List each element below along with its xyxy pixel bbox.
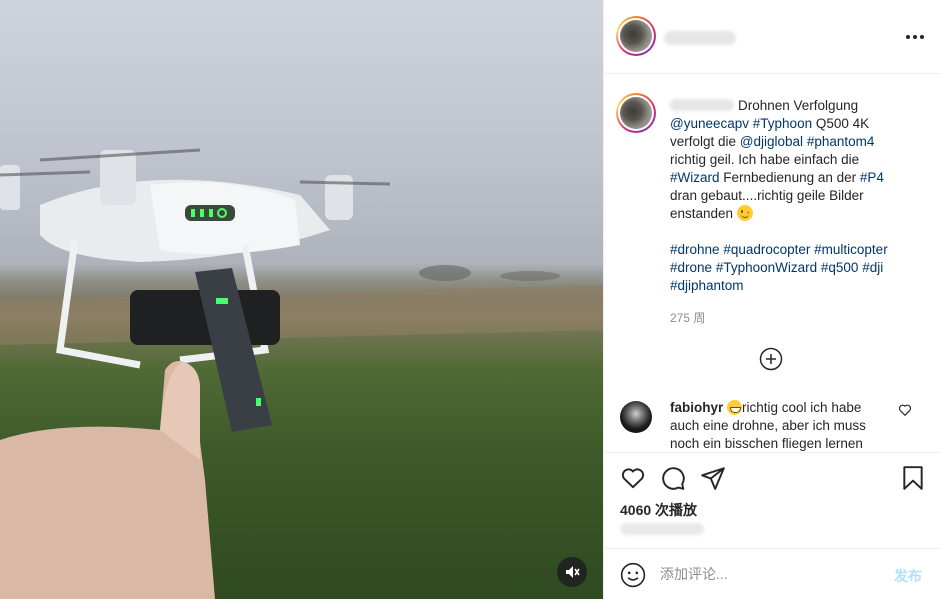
comment-body: fabiohyr richtig cool ich habe auch eine… [670,399,890,451]
post-comment-button[interactable]: 发布 [894,566,922,586]
hashtag-drohne[interactable]: #drohne [670,242,720,257]
mention-djiglobal[interactable]: @djiglobal [740,134,803,149]
more-options-button[interactable] [903,28,927,46]
video-frame [0,148,603,599]
hashtag-wizard[interactable]: #Wizard [670,170,720,185]
mute-button[interactable] [557,557,587,587]
comment-input[interactable] [660,562,880,586]
post-actions: 4060 次播放 [604,452,941,548]
hashtag-phantom4[interactable]: #phantom4 [807,134,875,149]
mention-yuneecapv[interactable]: @yuneecapv [670,116,749,131]
heart-icon[interactable] [620,465,646,491]
hashtag-quadrocopter[interactable]: #quadrocopter [723,242,810,257]
hashtag-p4[interactable]: #P4 [860,170,884,185]
comment-heart-icon[interactable] [898,403,912,417]
instagram-post-view: Drohnen Verfolgung @yuneecapv #Typhoon Q… [0,0,941,599]
post-panel: Drohnen Verfolgung @yuneecapv #Typhoon Q… [603,0,941,599]
view-count[interactable]: 4060 次播放 [620,500,697,520]
more-icon [906,35,910,39]
emoji-icon[interactable] [620,562,646,588]
hashtag-typhoon[interactable]: #Typhoon [753,116,812,131]
post-header [604,0,941,74]
share-icon[interactable] [700,465,726,491]
author-avatar[interactable] [616,16,656,56]
post-caption: Drohnen Verfolgung @yuneecapv #Typhoon Q… [670,98,888,293]
hashtag-dji[interactable]: #dji [862,260,883,275]
author-username-redacted[interactable] [664,31,736,45]
post-comments-area: Drohnen Verfolgung @yuneecapv #Typhoon Q… [604,75,941,451]
commenter-avatar[interactable] [620,401,652,433]
caption-author-avatar[interactable] [616,93,656,133]
post-date-redacted [620,523,704,535]
post-video[interactable] [0,0,603,599]
hashtag-typhoonwizard[interactable]: #TyphoonWizard [716,260,817,275]
hashtag-q500[interactable]: #q500 [821,260,859,275]
add-comment-bar: 发布 [604,548,941,599]
caption-username-redacted[interactable] [670,99,734,111]
grin-emoji-icon [727,400,743,415]
caption-time-ago: 275 周 [670,311,706,325]
hashtag-djiphantom[interactable]: #djiphantom [670,278,744,293]
add-circle-icon[interactable] [759,347,783,371]
wink-emoji-icon [736,205,753,221]
hashtag-drone[interactable]: #drone [670,260,712,275]
comment-icon[interactable] [660,465,686,491]
commenter-username[interactable]: fabiohyr [670,400,723,415]
hashtag-multicopter[interactable]: #multicopter [814,242,888,257]
mute-icon [566,566,580,578]
bookmark-icon[interactable] [900,465,926,491]
